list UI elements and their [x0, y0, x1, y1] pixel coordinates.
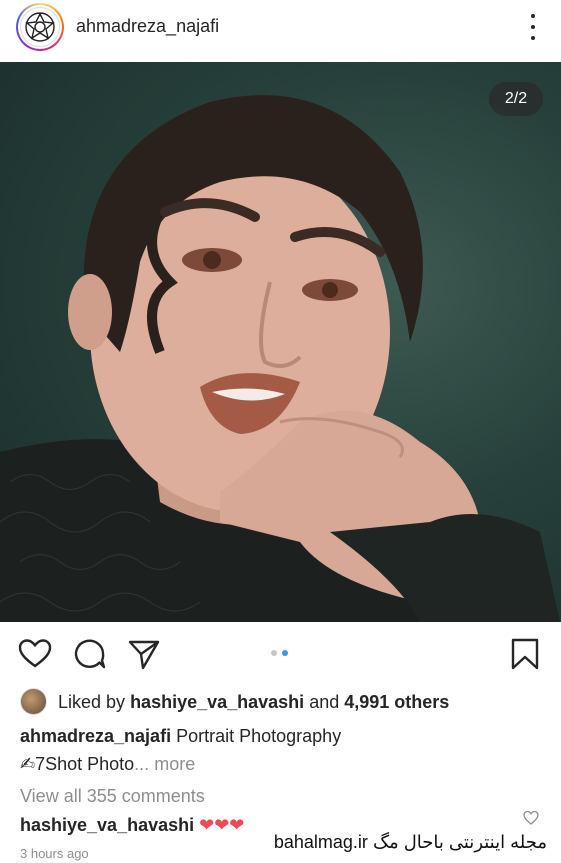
author-username[interactable]: ahmadreza_najafi [76, 16, 219, 37]
small-like-icon[interactable] [523, 810, 539, 826]
caption-text: Portrait Photography [176, 726, 342, 746]
bookmark-icon[interactable] [508, 637, 542, 671]
image-counter: 2/2 [489, 82, 543, 116]
comment-text: ❤❤❤ [199, 815, 245, 835]
author-avatar[interactable] [16, 3, 64, 51]
caption-ellipsis: ... [134, 754, 150, 774]
likes-line: Liked by hashiye_va_havashi and 4,991 ot… [58, 692, 449, 713]
comment-icon[interactable] [73, 637, 107, 671]
caption-line: ahmadreza_najafi Portrait Photography [20, 726, 341, 747]
likes-and: and [309, 692, 340, 712]
carousel-dot [271, 650, 277, 656]
carousel-indicator [271, 650, 288, 656]
carousel-dot-active [282, 650, 288, 656]
likes-count[interactable]: 4,991 others [344, 692, 449, 712]
view-all-comments-link[interactable]: View all 355 comments [20, 786, 205, 807]
caption-more-link[interactable]: more [154, 754, 195, 774]
more-options-icon[interactable] [527, 14, 539, 40]
post-image[interactable]: 2/2 [0, 62, 561, 622]
watermark-text: bahalmag.ir مجله اینترنتی باحال مگ [269, 832, 551, 853]
caption-text-2: ✍7Shot Photo [20, 754, 135, 774]
caption-line-2: ✍7Shot Photo... more [20, 754, 195, 775]
portrait-image [0, 95, 560, 622]
logo-icon [25, 12, 55, 42]
comment-user[interactable]: hashiye_va_havashi [20, 815, 194, 835]
post-header: ahmadreza_najafi [0, 0, 561, 56]
caption-author[interactable]: ahmadreza_najafi [20, 726, 171, 746]
action-bar [0, 622, 561, 684]
share-icon[interactable] [127, 637, 161, 671]
likes-prefix: Liked by [58, 692, 126, 712]
comment-row: hashiye_va_havashi ❤❤❤ [20, 815, 244, 836]
heart-icon[interactable] [18, 637, 52, 671]
liked-by-user[interactable]: hashiye_va_havashi [130, 692, 304, 712]
liked-by-avatar[interactable] [20, 688, 47, 715]
post-timestamp: 3 hours ago [20, 846, 89, 861]
